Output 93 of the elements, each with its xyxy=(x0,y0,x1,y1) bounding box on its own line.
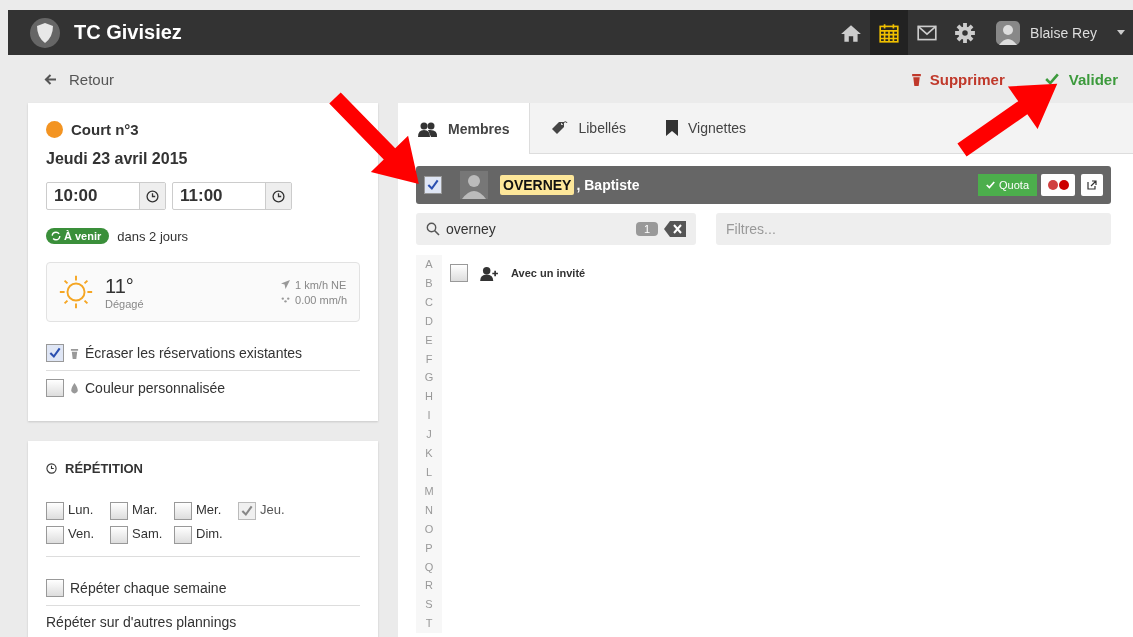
checkbox[interactable] xyxy=(110,502,128,520)
result-count-badge: 1 xyxy=(635,222,658,236)
index-letter[interactable]: F xyxy=(425,349,433,369)
back-link[interactable]: Retour xyxy=(44,70,115,88)
tab[interactable]: Vignettes xyxy=(645,103,767,153)
option-label: Écraser les réservations existantes xyxy=(85,345,303,361)
sun-icon xyxy=(57,273,95,311)
index-letter[interactable]: S xyxy=(425,595,433,615)
tab[interactable]: Libellés xyxy=(530,103,646,153)
trash-icon xyxy=(70,347,79,359)
day-label: Sam. xyxy=(132,526,163,541)
checkbox[interactable] xyxy=(174,526,192,544)
index-letter[interactable]: G xyxy=(424,368,434,388)
index-letter[interactable]: E xyxy=(425,330,433,350)
index-letter[interactable]: R xyxy=(425,576,433,596)
weather-condition: Dégagé xyxy=(105,297,144,310)
repetition-heading: RÉPÉTITION xyxy=(65,461,143,476)
index-letter[interactable]: T xyxy=(425,614,433,634)
end-time-field[interactable]: 11:00 xyxy=(172,182,292,210)
checkbox[interactable] xyxy=(46,579,64,597)
rain-drops-icon xyxy=(281,295,291,304)
avatar-icon xyxy=(460,171,488,199)
clock-icon xyxy=(146,189,159,203)
checkbox[interactable] xyxy=(46,502,64,520)
index-letter[interactable]: K xyxy=(425,444,433,463)
delete-button[interactable]: Supprimer xyxy=(910,70,1005,88)
tag-icon xyxy=(550,120,569,136)
checkbox[interactable] xyxy=(46,526,64,544)
clock-icon xyxy=(272,189,285,203)
index-letter[interactable]: H xyxy=(425,387,433,407)
index-letter[interactable]: C xyxy=(425,292,433,312)
status-text: dans 2 jours xyxy=(117,228,189,244)
option-label: Répéter sur d'autres plannings xyxy=(46,614,237,630)
app-title: TC Givisiez xyxy=(74,21,182,44)
search-field[interactable]: overney 1 xyxy=(416,213,696,245)
dots-icon[interactable] xyxy=(1041,174,1075,196)
external-link-icon[interactable] xyxy=(1081,174,1103,196)
day-label: Jeu. xyxy=(260,502,285,517)
quota-button[interactable]: Quota xyxy=(978,174,1037,196)
option-label: Couleur personnalisée xyxy=(85,380,226,396)
tab[interactable]: Membres xyxy=(398,103,531,154)
day-label: Lun. xyxy=(68,502,94,517)
checkbox[interactable] xyxy=(424,176,442,194)
checkbox[interactable] xyxy=(46,344,64,362)
member-first-name: , Baptiste xyxy=(576,177,640,193)
index-letter[interactable]: Q xyxy=(424,557,434,577)
user-name[interactable]: Blaise Rey xyxy=(1030,24,1097,41)
checkbox[interactable] xyxy=(450,264,468,282)
avatar-icon[interactable] xyxy=(996,20,1021,45)
clock-icon xyxy=(46,463,57,474)
search-icon xyxy=(426,222,440,236)
add-user-icon xyxy=(480,265,499,281)
booking-date: Jeudi 23 avril 2015 xyxy=(46,150,189,168)
shield-logo-icon xyxy=(30,17,60,48)
index-letter[interactable]: L xyxy=(425,462,433,482)
index-letter[interactable]: D xyxy=(425,311,433,331)
wind-speed: 1 km/h NE xyxy=(295,278,347,291)
validate-button[interactable]: Valider xyxy=(1044,70,1118,88)
court-name: Court n°3 xyxy=(71,121,139,138)
guest-label: Avec un invité xyxy=(511,267,586,279)
clear-icon[interactable] xyxy=(664,221,686,237)
precipitation: 0.00 mm/h xyxy=(295,293,347,306)
checkbox[interactable] xyxy=(110,526,128,544)
day-label: Mer. xyxy=(196,502,222,517)
member-last-name: OVERNEY xyxy=(500,175,575,195)
index-letter[interactable]: A xyxy=(425,255,433,274)
caret-icon[interactable] xyxy=(1117,30,1125,35)
day-label: Mar. xyxy=(132,502,158,517)
index-letter[interactable]: M xyxy=(424,481,434,501)
start-time-field[interactable]: 10:00 xyxy=(46,182,166,210)
filter-field[interactable]: Filtres... xyxy=(716,213,1111,245)
index-letter[interactable]: B xyxy=(425,273,433,293)
calendar-icon[interactable] xyxy=(870,10,909,55)
index-letter[interactable]: N xyxy=(425,500,433,520)
status-badge: À venir xyxy=(46,228,110,244)
bookmark-icon xyxy=(665,120,678,136)
day-label: Ven. xyxy=(68,526,95,541)
temperature: 11° xyxy=(105,274,135,298)
index-letter[interactable]: P xyxy=(425,538,433,558)
check-icon xyxy=(986,181,996,189)
day-label: Dim. xyxy=(196,526,223,541)
people-icon xyxy=(418,120,438,137)
wind-arrow-icon xyxy=(281,280,291,289)
back-arrow-icon xyxy=(44,73,57,85)
check-icon xyxy=(1044,73,1059,85)
checkbox[interactable] xyxy=(46,379,64,397)
drop-icon xyxy=(70,382,79,394)
checkbox[interactable] xyxy=(174,502,192,520)
court-dot-icon xyxy=(46,121,63,138)
index-letter[interactable]: O xyxy=(424,519,434,539)
index-letter[interactable]: J xyxy=(426,425,432,445)
trash-icon xyxy=(910,72,922,86)
option-label: Répéter chaque semaine xyxy=(70,580,227,596)
